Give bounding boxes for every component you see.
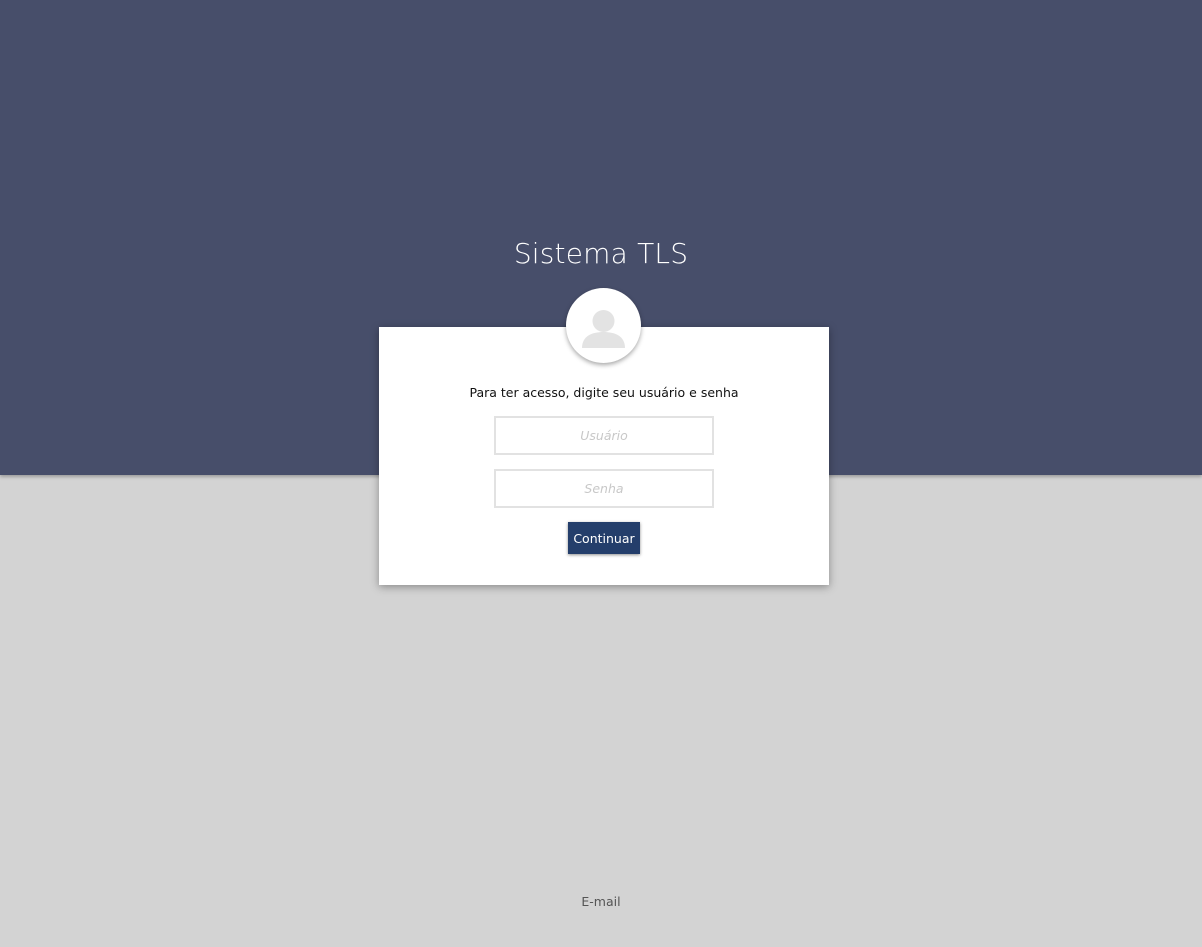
continue-button[interactable]: Continuar [568,522,640,554]
app-title: Sistema TLS [513,237,689,270]
password-input[interactable] [494,469,714,508]
footer: E-mail [0,894,1202,910]
user-avatar-icon [566,288,641,363]
login-card: Para ter acesso, digite seu usuário e se… [379,327,829,585]
username-input[interactable] [494,416,714,455]
login-instructions: Para ter acesso, digite seu usuário e se… [469,385,739,400]
email-link[interactable]: E-mail [581,894,620,909]
